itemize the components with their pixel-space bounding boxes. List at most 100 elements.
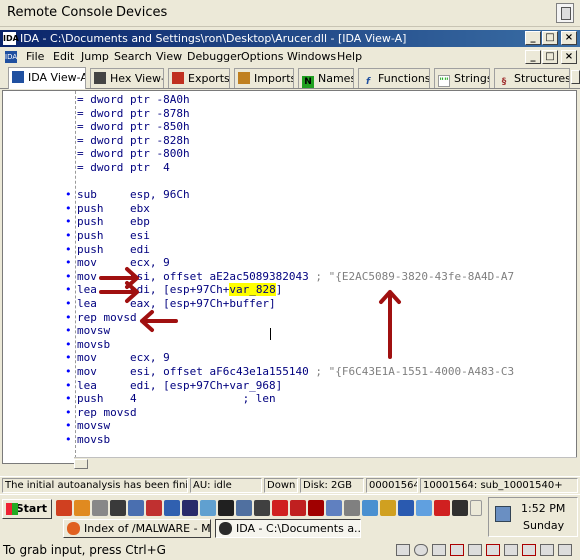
tab-structures[interactable]: § Structures xyxy=(494,68,570,88)
highlighted-operand[interactable]: var_828 xyxy=(229,283,276,297)
quicklaunch-tool-icon[interactable] xyxy=(146,500,162,516)
child-minimize-button[interactable]: _ xyxy=(525,50,541,64)
menu-devices[interactable]: Devices xyxy=(116,5,167,20)
tab-scroll-button[interactable] xyxy=(571,70,580,84)
instruction: lea edi, [esp+97Ch+ xyxy=(77,283,230,297)
taskbar-button-ida[interactable]: IDA - C:\Documents a... xyxy=(215,519,361,538)
code-text: rep movsd xyxy=(77,311,137,325)
menu-windows[interactable]: Windows xyxy=(287,50,336,63)
code-line[interactable]: = dword ptr -8A0h xyxy=(3,93,576,107)
quicklaunch-cmd-icon[interactable] xyxy=(254,500,270,516)
quicklaunch-terminal-icon[interactable] xyxy=(110,500,126,516)
quicklaunch-python-icon[interactable] xyxy=(164,500,180,516)
code-text: mov ecx, 9 xyxy=(77,256,170,270)
tab-functions[interactable]: f Functions xyxy=(358,68,430,88)
code-line[interactable]: • push esi xyxy=(3,229,576,243)
maximize-button[interactable]: □ xyxy=(542,31,558,45)
code-line[interactable]: • movsb xyxy=(3,433,576,447)
horizontal-scrollbar[interactable] xyxy=(74,457,577,469)
quicklaunch-firefox-icon[interactable] xyxy=(56,500,72,516)
quicklaunch-vmware-icon[interactable] xyxy=(416,500,432,516)
menu-help[interactable]: Help xyxy=(337,50,362,63)
code-line[interactable]: = dword ptr -828h xyxy=(3,134,576,148)
code-line[interactable]: • sub esp, 96Ch xyxy=(3,188,576,202)
start-button[interactable]: Start xyxy=(2,499,52,519)
code-line[interactable]: • push 4 ; len xyxy=(3,392,576,406)
quicklaunch-network-icon[interactable] xyxy=(128,500,144,516)
code-line[interactable]: • movsw xyxy=(3,324,576,338)
start-label: Start xyxy=(15,502,47,515)
quicklaunch-bug-icon[interactable] xyxy=(272,500,288,516)
menu-edit[interactable]: Edit xyxy=(53,50,74,63)
tab-ida-view-a[interactable]: IDA View-A xyxy=(8,67,86,89)
scrollbar-thumb[interactable] xyxy=(74,459,88,469)
quicklaunch-ollydbg-icon[interactable] xyxy=(218,500,234,516)
tab-label: Imports xyxy=(254,72,294,85)
menu-debugger[interactable]: Debugger xyxy=(187,50,241,63)
quicklaunch-ie-icon[interactable] xyxy=(398,500,414,516)
menu-search[interactable]: Search xyxy=(114,50,152,63)
quicklaunch-pdf-icon[interactable] xyxy=(434,500,450,516)
minimize-button[interactable]: _ xyxy=(525,31,541,45)
tab-hex-view-a[interactable]: Hex View-A xyxy=(90,68,164,88)
code-line[interactable]: • lea edi, [esp+97Ch+var_968] xyxy=(3,379,576,393)
code-line[interactable]: • lea edi, [esp+97Ch+var_828] xyxy=(3,283,576,297)
menu-file[interactable]: File xyxy=(26,50,44,63)
firefox-icon xyxy=(67,522,80,535)
quicklaunch-hex-icon[interactable] xyxy=(344,500,360,516)
code-line[interactable]: • lea eax, [esp+97Ch+buffer] xyxy=(3,297,576,311)
quicklaunch-wireshark-icon[interactable] xyxy=(182,500,198,516)
ida-view-icon[interactable]: IDA xyxy=(5,51,17,63)
cdrom-status-icon xyxy=(414,544,428,556)
menu-remote-console[interactable]: Remote Console xyxy=(7,5,113,20)
network-icon[interactable] xyxy=(495,506,511,522)
code-line[interactable]: = dword ptr 4 xyxy=(3,161,576,175)
quicklaunch-calc-icon[interactable] xyxy=(92,500,108,516)
tab-strings[interactable]: "" Strings xyxy=(434,68,490,88)
tab-imports[interactable]: Imports xyxy=(234,68,294,88)
clock-time[interactable]: 1:52 PM xyxy=(521,502,565,515)
code-line[interactable]: • mov ecx, 9 xyxy=(3,351,576,365)
instruction-tail: ] xyxy=(275,283,283,297)
code-line[interactable]: = dword ptr -878h xyxy=(3,107,576,121)
code-line[interactable]: • mov esi, offset aF6c43e1a155140 ; "{F6C… xyxy=(3,365,576,379)
line-marker: • xyxy=(65,201,72,215)
quicklaunch-misc-icon[interactable] xyxy=(452,500,468,516)
code-line[interactable]: • rep movsd xyxy=(3,311,576,325)
code-line[interactable]: • push ebx xyxy=(3,201,576,216)
code-line[interactable]: • push ebp xyxy=(3,215,576,229)
code-line[interactable]: • rep movsd xyxy=(3,406,576,420)
code-text: rep movsd xyxy=(77,406,137,420)
disassembly-view[interactable]: = dword ptr -8A0h = dword ptr -878h = dwor… xyxy=(2,90,577,464)
quicklaunch-expand-icon[interactable] xyxy=(470,500,482,516)
close-button[interactable]: × xyxy=(561,31,577,45)
code-line[interactable]: • movsw xyxy=(3,419,576,433)
code-line[interactable]: • mov esi, offset aE2ac5089382043 ; "{E2A… xyxy=(3,270,576,284)
code-line[interactable]: • movsb xyxy=(3,338,576,352)
code-line[interactable]: = dword ptr -800h xyxy=(3,147,576,161)
menu-view[interactable]: View xyxy=(156,50,182,63)
code-line[interactable] xyxy=(3,175,576,189)
quicklaunch-msn-icon[interactable] xyxy=(380,500,396,516)
quicklaunch-procexp-icon[interactable] xyxy=(326,500,342,516)
child-close-button[interactable]: × xyxy=(561,50,577,64)
tab-names[interactable]: N Names xyxy=(298,68,354,88)
quicklaunch-ida-icon[interactable] xyxy=(236,500,252,516)
status-direction: Down xyxy=(264,478,298,493)
child-maximize-button[interactable]: □ xyxy=(542,50,558,64)
quicklaunch-regshot-icon[interactable] xyxy=(308,500,324,516)
quicklaunch-explorer-icon[interactable] xyxy=(200,500,216,516)
ida-view-icon xyxy=(12,71,24,83)
menu-options[interactable]: Options xyxy=(241,50,283,63)
code-line[interactable]: • push edi xyxy=(3,243,576,257)
keyboard-status-icon xyxy=(396,544,410,556)
clipboard-icon[interactable] xyxy=(556,3,574,23)
tab-exports[interactable]: Exports xyxy=(168,68,230,88)
quicklaunch-search-icon[interactable] xyxy=(362,500,378,516)
menu-jump[interactable]: Jump xyxy=(81,50,109,63)
code-line[interactable]: • mov ecx, 9 xyxy=(3,256,576,270)
code-line[interactable]: = dword ptr -850h xyxy=(3,120,576,134)
quicklaunch-procmon-icon[interactable] xyxy=(290,500,306,516)
taskbar-button-firefox[interactable]: Index of /MALWARE - M... xyxy=(63,519,211,538)
quicklaunch-firefox-alt-icon[interactable] xyxy=(74,500,90,516)
